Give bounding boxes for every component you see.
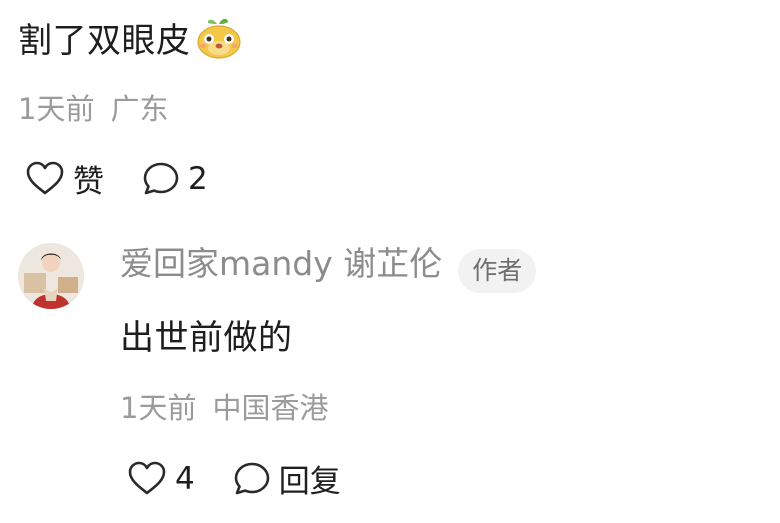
reply-like-count: 4 (175, 460, 195, 497)
reply-meta: 1天前 中国香港 (120, 391, 328, 425)
reply-like-button[interactable]: 4 (127, 461, 195, 497)
reply-text: 出世前做的 (120, 318, 293, 358)
reply-time: 1天前 (120, 391, 197, 425)
speech-bubble-icon (142, 161, 180, 197)
reply-item: 爱回家mandy 谢芷伦 作者 出世前做的 1天前 中国香港 4 回复 (0, 230, 780, 523)
comment-actions: 赞 2 (25, 156, 208, 201)
comment-location: 广东 (110, 92, 169, 126)
heart-outline-icon (25, 161, 65, 197)
avatar[interactable] (18, 243, 84, 309)
reply-count: 2 (188, 160, 208, 197)
reply-button[interactable]: 回复 (233, 456, 341, 501)
reply-header: 爱回家mandy 谢芷伦 作者 (120, 244, 537, 293)
reply-actions: 4 回复 (127, 456, 341, 501)
author-username[interactable]: 爱回家mandy 谢芷伦 (120, 244, 442, 283)
mango-face-emoji-icon (195, 16, 243, 69)
like-label: 赞 (73, 164, 104, 200)
like-button[interactable]: 赞 (25, 156, 104, 201)
comment-text-row: 割了双眼皮 (18, 16, 243, 69)
comment-time: 1天前 (18, 92, 95, 126)
reply-location: 中国香港 (212, 391, 329, 425)
reply-label: 回复 (278, 464, 341, 500)
comment-item: 割了双眼皮 1天前 广东 赞 2 (0, 0, 780, 210)
author-badge: 作者 (458, 248, 537, 293)
comment-meta: 1天前 广东 (18, 92, 168, 126)
reply-count-button[interactable]: 2 (142, 161, 208, 197)
heart-outline-icon (127, 461, 167, 497)
comment-text: 割了双眼皮 (18, 21, 191, 61)
speech-bubble-icon (233, 461, 271, 497)
